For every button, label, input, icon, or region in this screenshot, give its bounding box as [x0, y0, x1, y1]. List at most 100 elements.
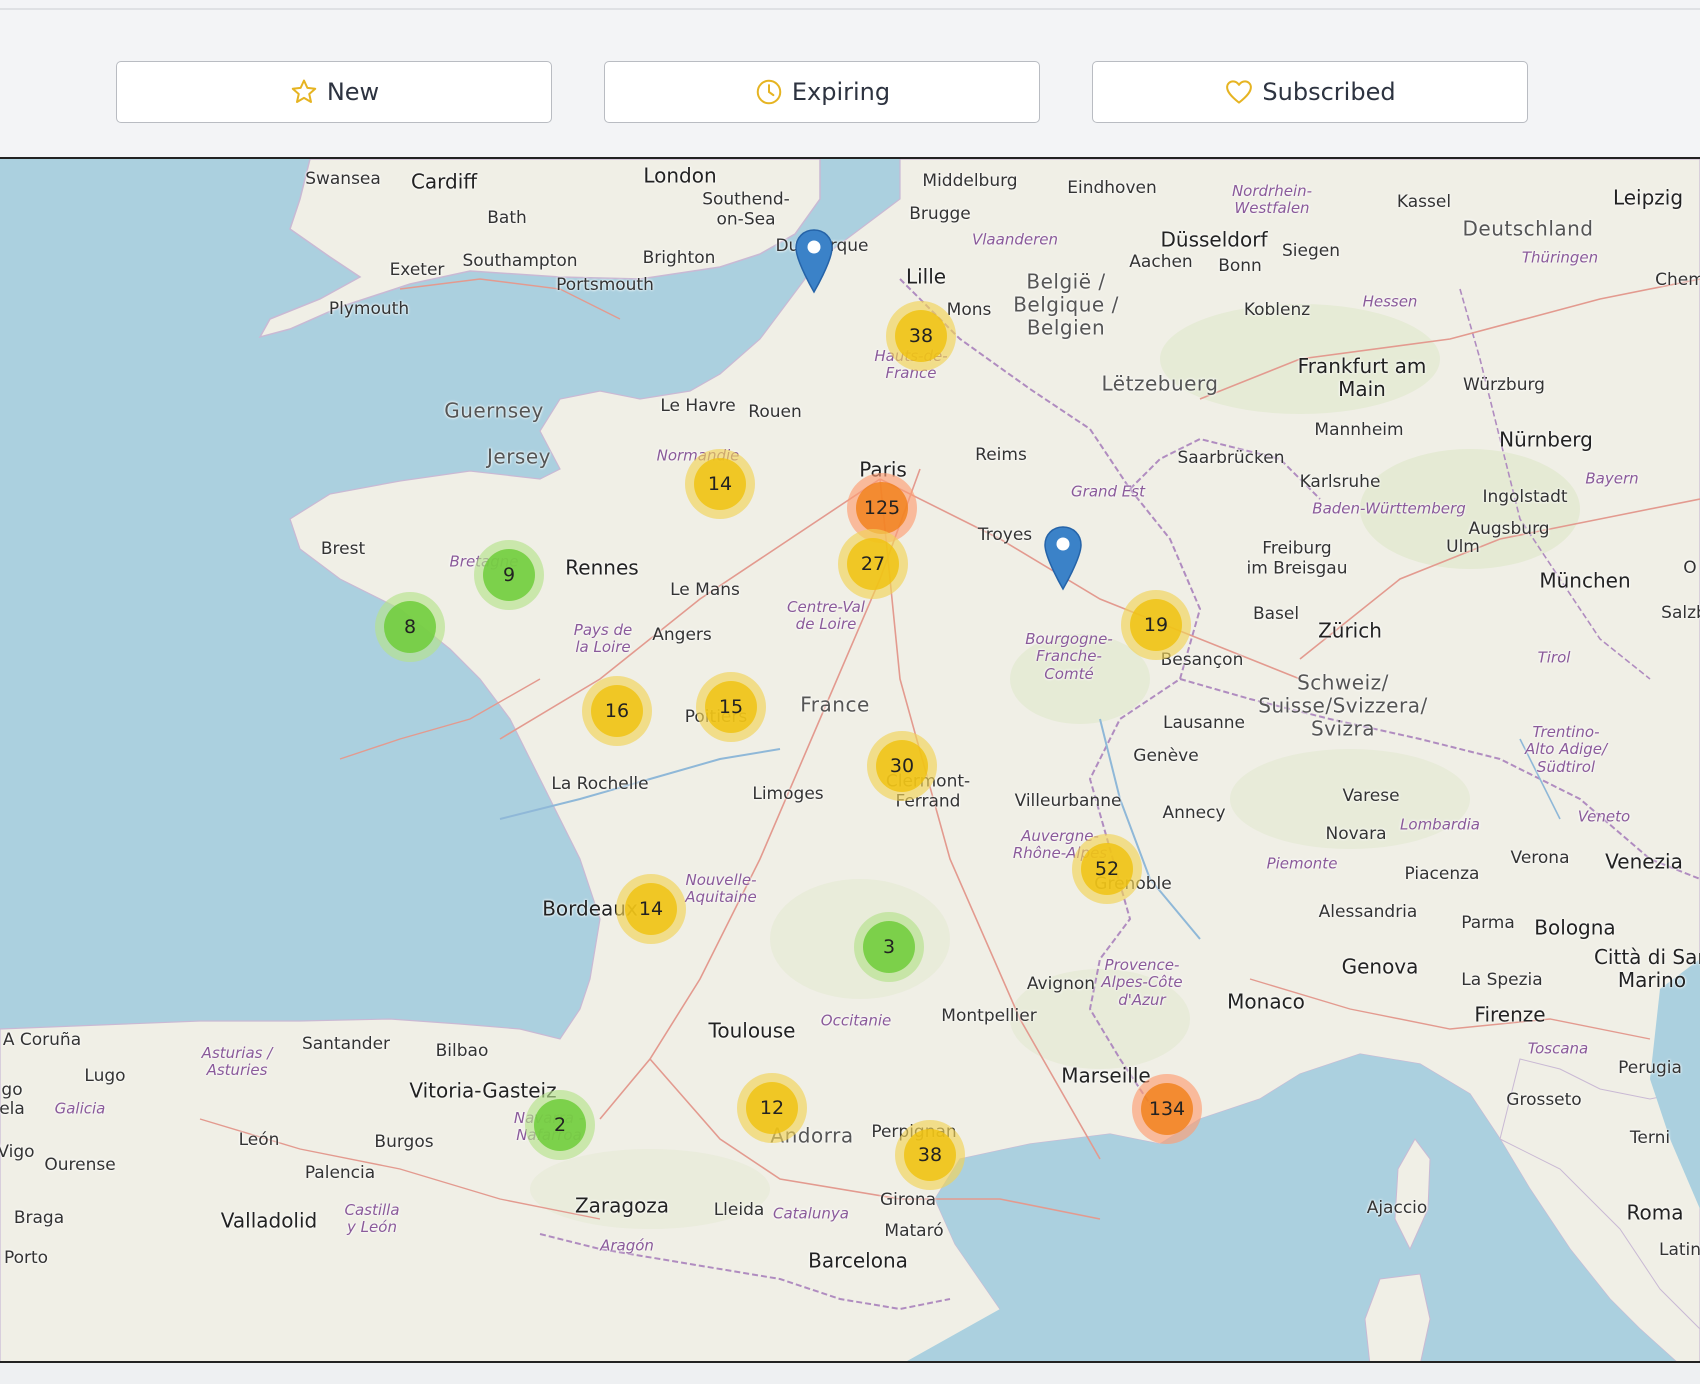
new-filter-button[interactable]: New	[116, 61, 552, 123]
place-label: Alessandria	[1318, 902, 1418, 923]
cluster-count: 9	[483, 549, 535, 601]
place-label: Southampton	[462, 251, 578, 272]
place-label: Brugge	[909, 204, 971, 225]
place-label: België / Belgique / Belgien	[1013, 269, 1119, 340]
cluster-count: 12	[746, 1082, 798, 1134]
place-label: Guernsey	[444, 398, 544, 423]
map-base-layer	[0, 159, 1700, 1361]
place-label: Tirol	[1537, 648, 1571, 667]
marker-cluster[interactable]: 52	[1072, 834, 1142, 904]
place-label: Ingolstadt	[1482, 487, 1568, 508]
marker-cluster[interactable]: 38	[895, 1120, 965, 1190]
place-label: La Rochelle	[551, 774, 649, 795]
place-label: Angers	[652, 625, 712, 646]
marker-cluster[interactable]: 16	[582, 676, 652, 746]
place-label: Galicia	[54, 1099, 106, 1118]
place-label: Frankfurt am Main	[1297, 354, 1427, 401]
marker-cluster[interactable]: 3	[854, 912, 924, 982]
place-label: Nordrhein- Westfalen	[1231, 181, 1313, 217]
place-label: Venezia	[1605, 849, 1683, 874]
place-label: Città di San Marino	[1593, 945, 1700, 992]
place-label: Schweiz/ Suisse/Svizzera/ Svizra	[1258, 670, 1428, 741]
place-label: Troyes	[977, 525, 1033, 546]
marker-cluster[interactable]: 30	[867, 731, 937, 801]
marker-cluster[interactable]: 134	[1132, 1074, 1202, 1144]
marker-cluster[interactable]: 27	[838, 529, 908, 599]
place-label: Siegen	[1282, 241, 1340, 262]
map-view[interactable]: Swansea Cardiff London Southend- on-Sea …	[0, 157, 1700, 1363]
place-label: Castilla y León	[344, 1200, 400, 1236]
cluster-count: 14	[694, 458, 746, 510]
place-label: Augsburg	[1468, 519, 1550, 540]
place-label: Bilbao	[435, 1041, 489, 1062]
place-label: Le Havre	[660, 396, 736, 417]
place-label: Villeurbanne	[1014, 791, 1122, 812]
cluster-count: 8	[384, 601, 436, 653]
place-label: Grand Est	[1071, 482, 1145, 501]
expiring-filter-button[interactable]: Expiring	[604, 61, 1040, 123]
place-label: Plymouth	[328, 299, 410, 320]
place-label: Toscana	[1527, 1039, 1589, 1058]
place-label: Vigo	[0, 1142, 35, 1163]
place-label: Nouvelle- Aquitaine	[685, 870, 757, 906]
place-label: O	[1683, 558, 1697, 579]
place-label: La Spezia	[1461, 970, 1543, 991]
place-label: Bourgogne- Franche- Comté	[1025, 630, 1113, 683]
place-label: Grosseto	[1506, 1090, 1582, 1111]
place-label: Provence- Alpes-Côte d'Azur	[1101, 956, 1183, 1009]
place-label: Mannheim	[1314, 420, 1404, 441]
place-label: Zaragoza	[574, 1193, 670, 1218]
place-label: Koblenz	[1243, 300, 1311, 321]
cluster-count: 16	[591, 685, 643, 737]
place-label: Brest	[320, 539, 366, 560]
place-label: Occitanie	[820, 1011, 892, 1030]
place-label: Lille	[905, 264, 947, 289]
cluster-count: 134	[1141, 1083, 1193, 1135]
place-label: León	[238, 1130, 280, 1151]
place-label: Bonn	[1218, 256, 1262, 277]
map-pin-icon[interactable]	[1043, 525, 1083, 591]
cluster-count: 14	[625, 883, 677, 935]
place-label: Mons	[946, 300, 992, 321]
place-label: A Coruña	[2, 1030, 82, 1051]
place-label: Rennes	[565, 555, 639, 580]
subscribed-filter-button[interactable]: Subscribed	[1092, 61, 1528, 123]
place-label: Freiburg im Breisgau	[1246, 538, 1348, 578]
marker-cluster[interactable]: 14	[685, 449, 755, 519]
place-label: Kassel	[1396, 192, 1452, 213]
place-label: Lombardia	[1400, 815, 1480, 834]
place-label: Salzb	[1661, 603, 1700, 624]
map-pin-icon[interactable]	[794, 228, 834, 294]
place-label: Basel	[1252, 604, 1300, 625]
place-label: Brighton	[642, 248, 716, 269]
marker-cluster[interactable]: 14	[616, 874, 686, 944]
marker-cluster[interactable]: 12	[737, 1073, 807, 1143]
place-label: Baden-Württemberg	[1312, 499, 1466, 518]
place-label: Piemonte	[1266, 854, 1338, 873]
place-label: München	[1539, 568, 1631, 593]
place-label: Varese	[1342, 786, 1400, 807]
cluster-count: 3	[863, 921, 915, 973]
place-label: Perugia	[1618, 1058, 1682, 1079]
place-label: Mataró	[884, 1221, 944, 1242]
place-label: Bologna	[1534, 915, 1616, 940]
place-label: Leipzig	[1612, 185, 1684, 210]
marker-cluster[interactable]: 15	[696, 672, 766, 742]
place-label: Portsmouth	[556, 275, 654, 296]
place-label: Trentino- Alto Adige/ Südtirol	[1524, 723, 1608, 776]
expiring-filter-label: Expiring	[791, 78, 891, 106]
place-label: Santander	[301, 1034, 391, 1055]
place-label: Annecy	[1162, 803, 1226, 824]
place-label: Roma	[1626, 1200, 1684, 1225]
heart-icon	[1226, 80, 1253, 104]
place-label: Lausanne	[1163, 713, 1245, 734]
marker-cluster[interactable]: 8	[375, 592, 445, 662]
marker-cluster[interactable]: 19	[1121, 590, 1191, 660]
marker-cluster[interactable]: 38	[886, 301, 956, 371]
place-label: Ulm	[1446, 537, 1480, 558]
place-label: Firenze	[1474, 1002, 1546, 1027]
marker-cluster[interactable]: 2	[525, 1090, 595, 1160]
place-label: Parma	[1461, 913, 1515, 934]
cluster-count: 27	[847, 538, 899, 590]
marker-cluster[interactable]: 9	[474, 540, 544, 610]
